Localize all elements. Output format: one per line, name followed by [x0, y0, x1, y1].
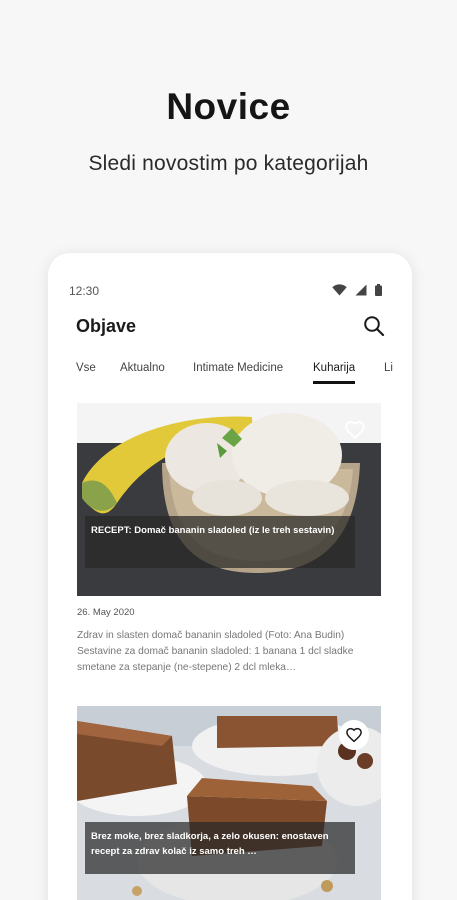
signal-icon [355, 283, 367, 301]
tab-vse[interactable]: Vse [76, 362, 96, 374]
page-title: Objave [76, 316, 137, 336]
favorite-button[interactable] [344, 419, 366, 441]
article-title[interactable]: RECEPT: Domač bananin sladoled (iz le tr… [85, 516, 355, 568]
tab-kuharija-label: Kuharija [313, 362, 356, 374]
wifi-icon [332, 283, 347, 301]
article-excerpt: Zdrav in slasten domač bananin sladoled … [77, 630, 354, 673]
tab-li[interactable]: Li [384, 362, 393, 374]
heart-outline-icon [346, 727, 362, 743]
active-tab-indicator [313, 381, 356, 384]
promo-title: Novice [166, 86, 291, 127]
article-card[interactable]: Brez moke, brez sladkorja, a zelo okusen… [77, 706, 381, 900]
category-tabs: Vse Aktualno Intimate Medicine Kuharija … [48, 362, 412, 388]
search-icon [364, 316, 385, 337]
tab-aktualno[interactable]: Aktualno [120, 362, 165, 374]
article-title[interactable]: Brez moke, brez sladkorja, a zelo okusen… [85, 822, 355, 874]
battery-icon [375, 283, 382, 301]
tab-intimate-medicine[interactable]: Intimate Medicine [193, 362, 283, 374]
article-date: 26. May 2020 [77, 607, 135, 618]
tab-kuharija[interactable]: Kuharija [313, 362, 356, 384]
status-icons [332, 283, 382, 301]
phone-frame: 12:30 Objave Vse Aktualno Intimate Medic… [48, 253, 412, 900]
heart-outline-icon [345, 421, 365, 440]
article-image[interactable]: Brez moke, brez sladkorja, a zelo okusen… [77, 706, 381, 900]
promo-subtitle: Sledi novostim po kategorijah [88, 152, 369, 175]
favorite-button[interactable] [339, 720, 369, 750]
article-image[interactable]: RECEPT: Domač bananin sladoled (iz le tr… [77, 403, 381, 596]
status-bar: 12:30 [48, 253, 412, 325]
article-card[interactable]: RECEPT: Domač bananin sladoled (iz le tr… [77, 403, 381, 676]
search-button[interactable] [363, 315, 385, 337]
status-time: 12:30 [69, 284, 100, 298]
